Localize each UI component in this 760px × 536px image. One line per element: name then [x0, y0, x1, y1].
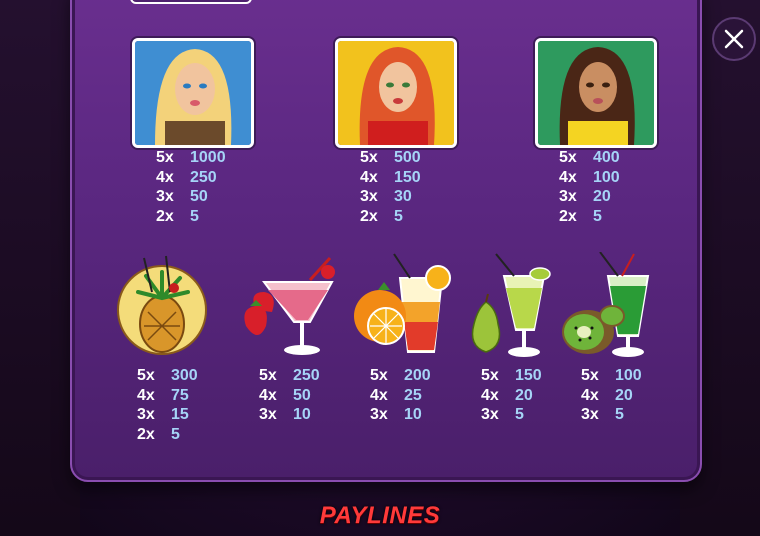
pay-row: 4x 20 — [481, 386, 533, 404]
paytable-brunette: 5x 400 4x 100 3x 20 2x 5 — [559, 148, 620, 226]
background-left — [0, 0, 80, 536]
close-button[interactable] — [712, 17, 756, 61]
close-icon — [724, 29, 744, 49]
pay-row: 4x 75 — [137, 386, 189, 404]
pay-row: 4x 25 — [370, 386, 422, 404]
pay-row: 5x 1000 — [156, 149, 226, 166]
orange-cocktail-symbol — [350, 252, 454, 360]
pay-row: 5x 400 — [559, 149, 620, 166]
pay-row: 5x 200 — [370, 367, 431, 384]
pay-row: 2x 5 — [156, 207, 199, 225]
pay-row: 3x 30 — [360, 188, 412, 205]
paytable-pineapple: 5x 300 4x 75 3x 15 2x 5 — [137, 366, 198, 444]
pay-row: 3x 5 — [481, 406, 524, 423]
redhead-girl-symbol — [335, 38, 457, 148]
paytable-blonde: 5x 1000 4x 250 3x 50 2x 5 — [156, 148, 226, 226]
pay-row: 2x 5 — [559, 207, 602, 225]
pay-row: 5x 100 — [581, 367, 642, 384]
kiwi-cocktail-symbol — [560, 252, 664, 360]
pay-row: 4x 150 — [360, 168, 421, 186]
pay-row: 4x 50 — [259, 386, 311, 404]
paytable-redhead: 5x 500 4x 150 3x 30 2x 5 — [360, 148, 421, 226]
pay-row: 3x 50 — [156, 188, 208, 205]
pay-row: 3x 5 — [581, 406, 624, 423]
pay-row: 5x 300 — [137, 367, 198, 384]
pear-cocktail-symbol — [466, 252, 570, 360]
pay-row: 2x 5 — [137, 425, 180, 443]
pay-row: 4x 20 — [581, 386, 633, 404]
blonde-girl-symbol — [132, 38, 254, 148]
strawberry-cocktail-symbol — [236, 252, 340, 360]
pay-row: 4x 250 — [156, 168, 217, 186]
paytable-pear: 5x 150 4x 20 3x 5 — [481, 366, 542, 425]
pay-row: 3x 20 — [559, 188, 611, 205]
pay-row: 5x 150 — [481, 367, 542, 384]
pay-row: 2x 5 — [360, 207, 403, 225]
pineapple-cocktail-symbol — [110, 252, 214, 360]
pay-row: 4x 100 — [559, 168, 620, 186]
pay-row: 3x 10 — [259, 406, 311, 423]
paytable-orange: 5x 200 4x 25 3x 10 — [370, 366, 431, 425]
top-tab[interactable] — [130, 0, 252, 4]
paylines-heading: PAYLINES — [319, 502, 441, 529]
pay-row: 5x 250 — [259, 367, 320, 384]
paytable-strawberry: 5x 250 4x 50 3x 10 — [259, 366, 320, 425]
pay-row: 5x 500 — [360, 149, 421, 166]
pay-row: 3x 15 — [137, 406, 189, 423]
pay-row: 3x 10 — [370, 406, 422, 423]
paytable-kiwi: 5x 100 4x 20 3x 5 — [581, 366, 642, 425]
brunette-girl-symbol — [535, 38, 657, 148]
